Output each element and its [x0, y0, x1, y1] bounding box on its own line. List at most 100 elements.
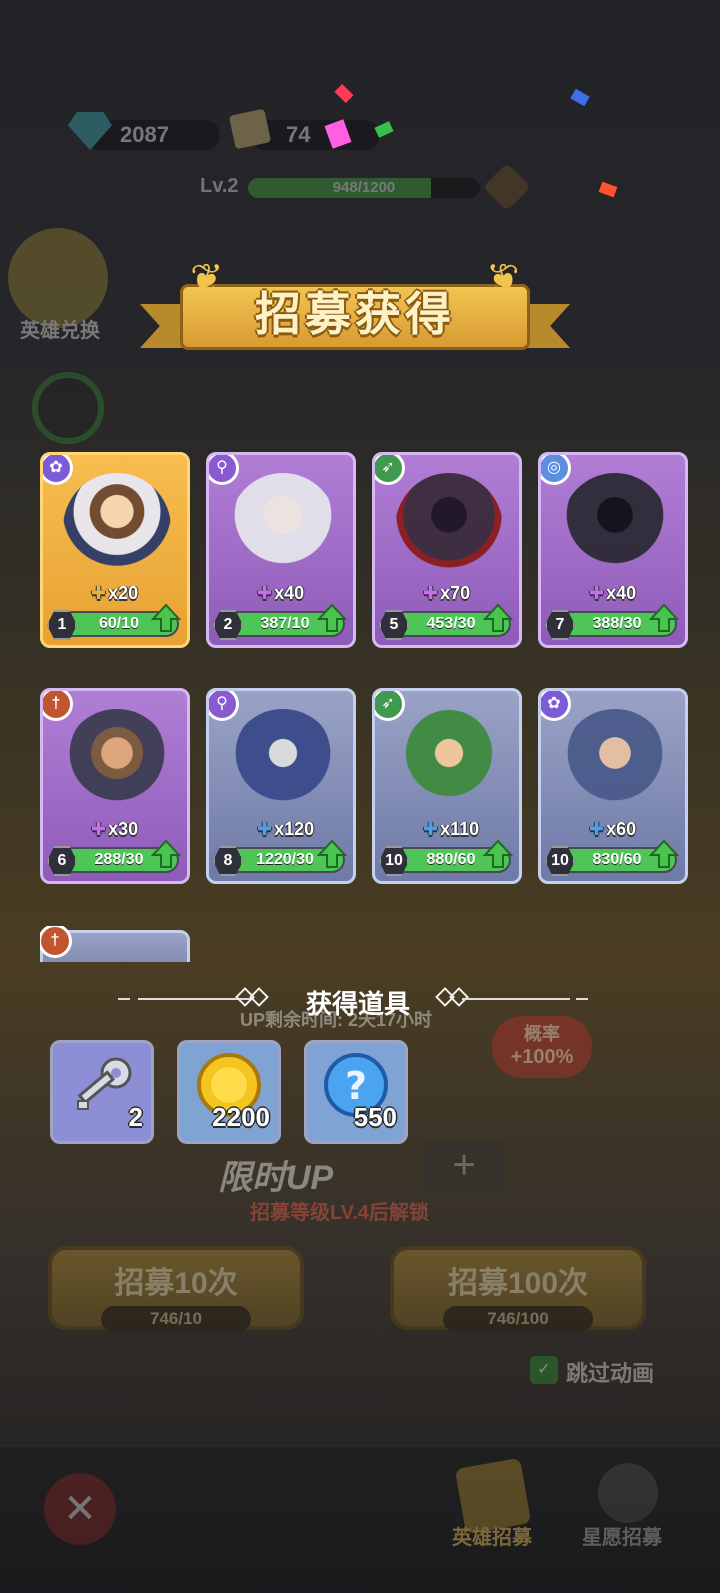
hero-exchange-icon[interactable] — [8, 228, 108, 328]
xp-bar: 948/1200 — [248, 178, 480, 198]
fragment-count: ✚ x30 — [91, 819, 138, 840]
wish-recruit-tab[interactable]: 星愿招募 — [582, 1521, 662, 1550]
fragment-count-text: x30 — [108, 819, 139, 839]
hero-card[interactable]: † ✚ x30 288/30 6 — [40, 688, 190, 884]
bow-icon: ➶ — [375, 455, 405, 485]
skip-animation-label[interactable]: 跳过动画 — [566, 1356, 654, 1388]
side-event-icon[interactable] — [32, 372, 104, 444]
add-slot-button[interactable]: + — [424, 1140, 504, 1190]
alert-icon[interactable] — [482, 162, 532, 212]
bottom-nav: ✕ 英雄招募 星愿招募 — [0, 1445, 720, 1593]
bow-icon: ➶ — [375, 691, 405, 721]
result-banner: ❦ ❦ 招募获得 — [140, 257, 570, 352]
fragment-count-text: x110 — [440, 819, 480, 839]
fragment-count: ✚ x20 — [91, 583, 138, 604]
fragment-count-text: x60 — [606, 819, 637, 839]
skip-animation-checkbox[interactable]: ✓ — [530, 1356, 558, 1384]
upgrade-arrow-icon[interactable] — [482, 839, 514, 869]
fragment-count: ✚ x120 — [257, 819, 314, 840]
recruit-100-label: 招募100次 — [447, 1267, 589, 1300]
fragment-count-text: x120 — [274, 819, 315, 839]
hero-card[interactable]: ✿ ✚ x60 830/60 10 — [538, 688, 688, 884]
hero-card[interactable]: ◎ ✚ x40 388/30 7 — [538, 452, 688, 648]
gem-count: 2087 — [120, 122, 169, 147]
recruit-10-label: 招募10次 — [114, 1267, 238, 1300]
battle-tab-icon[interactable]: ✕ — [44, 1473, 116, 1545]
fragment-count: ✚ x60 — [589, 819, 636, 840]
paw-icon: ✿ — [43, 455, 73, 485]
probability-label: 概率 — [524, 1024, 560, 1044]
fragment-count: ✚ x110 — [423, 819, 479, 840]
fragment-count-text: x40 — [606, 583, 637, 603]
hero-recruit-tab[interactable]: 英雄招募 — [452, 1521, 532, 1550]
fragment-count: ✚ x40 — [589, 583, 636, 604]
upgrade-arrow-icon[interactable] — [316, 603, 348, 633]
player-level: Lv.2 — [200, 175, 239, 197]
hero-card[interactable]: ✿ ✚ x20 60/10 1 — [40, 452, 190, 648]
hero-card[interactable]: ⚲ ✚ x40 387/10 2 — [206, 452, 356, 648]
sword-icon: † — [43, 691, 73, 721]
hero-portrait-green-archer — [395, 709, 503, 819]
recruit-10-cost: 746/10 — [101, 1306, 251, 1332]
upgrade-arrow-icon[interactable] — [150, 603, 182, 633]
probability-badge: 概率 +100% — [492, 1016, 592, 1078]
reward-item-count: 2200 — [212, 1102, 270, 1132]
upgrade-arrow-icon[interactable] — [150, 839, 182, 869]
items-title: 获得道具 — [305, 989, 410, 1019]
upgrade-arrow-icon[interactable] — [482, 603, 514, 633]
upgrade-arrow-icon[interactable] — [648, 839, 680, 869]
xp-text: 948/1200 — [332, 179, 396, 196]
recruit-10-button[interactable]: 招募10次 746/10 — [48, 1246, 304, 1332]
fragment-progress-text: 387/10 — [260, 615, 310, 632]
fragment-progress-text: 880/60 — [426, 851, 476, 868]
hero-portrait-dark-reaper — [561, 473, 669, 583]
puzzle-fragment-icon: ✚ — [589, 819, 605, 839]
upgrade-arrow-icon[interactable] — [648, 603, 680, 633]
puzzle-fragment-icon: ✚ — [589, 583, 605, 603]
swirl-icon: ◎ — [541, 455, 571, 485]
fragment-count-text: x70 — [440, 583, 471, 603]
probability-value: +100% — [510, 1046, 574, 1068]
fragment-count: ✚ x40 — [257, 583, 304, 604]
unlock-text: 招募等级LV.4后解锁 — [250, 1202, 429, 1224]
puzzle-fragment-icon: ✚ — [257, 583, 273, 603]
limited-up-label: 限时UP — [218, 1159, 334, 1197]
puzzle-fragment-icon: ✚ — [423, 819, 439, 839]
reward-item[interactable]: 2 — [50, 1040, 154, 1144]
recruit-100-cost: 746/100 — [443, 1306, 593, 1332]
ticket-count: 74 — [286, 122, 311, 147]
reward-item[interactable]: 2200 — [177, 1040, 281, 1144]
fragment-progress-text: 60/10 — [98, 615, 140, 632]
puzzle-fragment-icon: ✚ — [91, 583, 107, 603]
hero-card-partial[interactable]: † — [40, 926, 190, 962]
hero-exchange-label[interactable]: 英雄兑换 — [20, 314, 100, 343]
paw-icon: ✿ — [541, 691, 571, 721]
hero-card[interactable]: ➶ ✚ x70 453/30 5 — [372, 452, 522, 648]
puzzle-fragment-icon: ✚ — [257, 819, 273, 839]
hero-card[interactable]: ➶ ✚ x110 880/60 10 — [372, 688, 522, 884]
fragment-count-text: x40 — [274, 583, 305, 603]
hero-card[interactable]: ⚲ ✚ x120 1220/30 8 — [206, 688, 356, 884]
staff-icon: ⚲ — [209, 691, 239, 721]
fragment-progress-text: 830/60 — [592, 851, 642, 868]
result-title: 招募获得 — [255, 288, 455, 340]
hero-portrait-boy-hero — [63, 473, 171, 583]
hero-portrait-blue-wizard — [229, 709, 337, 819]
hero-portrait-shield-knight — [561, 709, 669, 819]
fragment-count: ✚ x70 — [423, 583, 470, 604]
fragment-progress-text: 288/30 — [94, 851, 144, 868]
upgrade-arrow-icon[interactable] — [316, 839, 348, 869]
fragment-progress-text: 388/30 — [592, 615, 642, 632]
hero-portrait-axe-warrior — [63, 709, 171, 819]
staff-icon: ⚲ — [209, 455, 239, 485]
puzzle-fragment-icon: ✚ — [91, 819, 107, 839]
recruit-result-screen: 2087 74 Lv.2 948/1200 英雄兑换 UP剩余时间: 2天17小… — [0, 0, 720, 1593]
items-section-header: 获得道具 — [118, 984, 598, 1019]
recruit-100-button[interactable]: 招募100次 746/100 — [390, 1246, 646, 1332]
divider — [576, 998, 588, 1000]
reward-item[interactable]: ? 550 — [304, 1040, 408, 1144]
wish-recruit-tab-icon[interactable] — [598, 1463, 658, 1523]
reward-item-count: 2 — [128, 1102, 143, 1132]
fragment-progress-text: 1220/30 — [256, 851, 314, 868]
hero-portrait-hooded-archer — [395, 473, 503, 583]
